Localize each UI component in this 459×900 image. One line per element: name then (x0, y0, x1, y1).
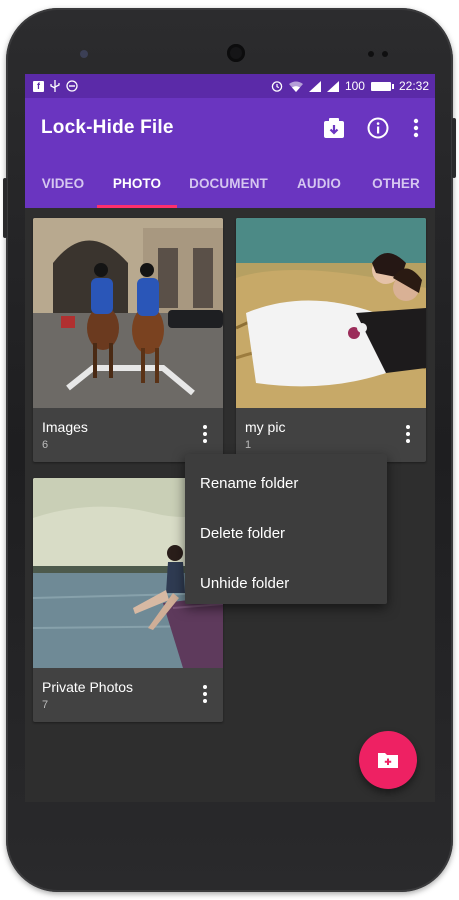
sensor (368, 51, 374, 57)
menu-item-delete-folder[interactable]: Delete folder (185, 508, 387, 558)
wifi-icon (288, 81, 303, 92)
more-vert-icon[interactable] (398, 422, 418, 446)
screen: f 100 22:32 Lock-Hide File VIDEO PHOTO D… (25, 74, 435, 802)
more-vert-icon[interactable] (195, 682, 215, 706)
app-title: Lock-Hide File (41, 117, 174, 138)
folder-thumbnail (33, 218, 223, 408)
alarm-icon (271, 80, 283, 92)
battery-icon (370, 81, 394, 91)
tab-document[interactable]: DOCUMENT (177, 158, 280, 208)
tab-bar: VIDEO PHOTO DOCUMENT AUDIO OTHER (25, 158, 435, 208)
power-button (452, 118, 456, 178)
sensor (382, 51, 388, 57)
clock: 22:32 (398, 79, 429, 93)
create-folder-button[interactable] (359, 731, 417, 789)
folder-name: my pic (245, 419, 286, 435)
download-box-icon[interactable] (321, 115, 347, 141)
folder-name: Private Photos (42, 679, 134, 695)
more-vert-icon[interactable] (409, 115, 423, 141)
more-vert-icon[interactable] (195, 422, 215, 446)
folder-grid: Images 6 my pic 1 Private Photos 7 Renam… (25, 208, 435, 802)
signal-icon (308, 80, 321, 92)
front-camera (80, 50, 88, 58)
folder-name: Images (42, 419, 88, 435)
folder-count: 1 (245, 439, 252, 451)
app-bar: Lock-Hide File (25, 98, 435, 158)
folder-thumbnail (236, 218, 426, 408)
facebook-icon: f (33, 80, 44, 92)
info-icon[interactable] (365, 115, 391, 141)
tab-audio[interactable]: AUDIO (280, 158, 358, 208)
battery-percent: 100 (344, 79, 365, 93)
volume-button (3, 178, 7, 238)
folder-count: 6 (42, 439, 49, 451)
earpiece-speaker (227, 44, 245, 62)
folder-context-menu: Rename folder Delete folder Unhide folde… (185, 454, 387, 604)
folder-card-images[interactable]: Images 6 (33, 218, 223, 462)
tab-other[interactable]: OTHER (358, 158, 434, 208)
folder-count: 7 (42, 699, 49, 711)
menu-item-unhide-folder[interactable]: Unhide folder (185, 558, 387, 608)
status-bar: f 100 22:32 (25, 74, 435, 98)
usb-icon (50, 80, 60, 92)
tab-photo[interactable]: PHOTO (97, 158, 177, 208)
create-folder-icon (377, 751, 399, 769)
menu-item-rename-folder[interactable]: Rename folder (185, 458, 387, 508)
folder-card-my-pic[interactable]: my pic 1 (236, 218, 426, 462)
tab-video[interactable]: VIDEO (29, 158, 97, 208)
signal-icon (326, 80, 339, 92)
do-not-disturb-icon (66, 80, 78, 92)
